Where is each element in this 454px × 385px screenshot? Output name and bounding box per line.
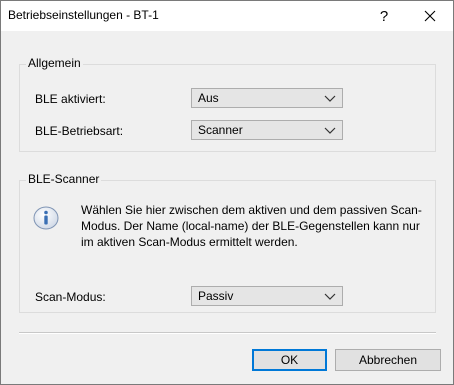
scan-mode-label: Scan-Modus: [35,290,106,304]
scan-mode-value: Passiv [198,289,234,303]
ble-enabled-select[interactable]: Aus [191,88,343,108]
ble-mode-value: Scanner [198,123,243,137]
scan-mode-info-text: Wählen Sie hier zwischen dem aktiven und… [81,203,422,249]
dialog-title: Betriebseinstellungen - BT-1 [8,8,159,22]
group-general-title: Allgemein [26,56,83,70]
ble-mode-select[interactable]: Scanner [191,120,343,140]
scan-mode-select[interactable]: Passiv [191,286,343,306]
ble-mode-label: BLE-Betriebsart: [35,124,124,138]
help-button[interactable]: ? [361,2,407,30]
ble-enabled-value: Aus [198,91,219,105]
ok-button[interactable]: OK [252,349,327,371]
chevron-down-icon [324,127,336,134]
info-icon [33,206,59,230]
group-scanner-title: BLE-Scanner [26,172,102,186]
chevron-down-icon [324,95,336,102]
cancel-button[interactable]: Abbrechen [335,349,441,371]
title-bar: Betriebseinstellungen - BT-1 ? [1,1,453,31]
settings-dialog: Betriebseinstellungen - BT-1 ? Allgemein… [0,0,454,385]
ble-enabled-label: BLE aktiviert: [35,92,106,106]
chevron-down-icon [324,293,336,300]
close-icon [424,10,436,22]
close-button[interactable] [407,2,453,30]
footer-separator [19,332,436,334]
